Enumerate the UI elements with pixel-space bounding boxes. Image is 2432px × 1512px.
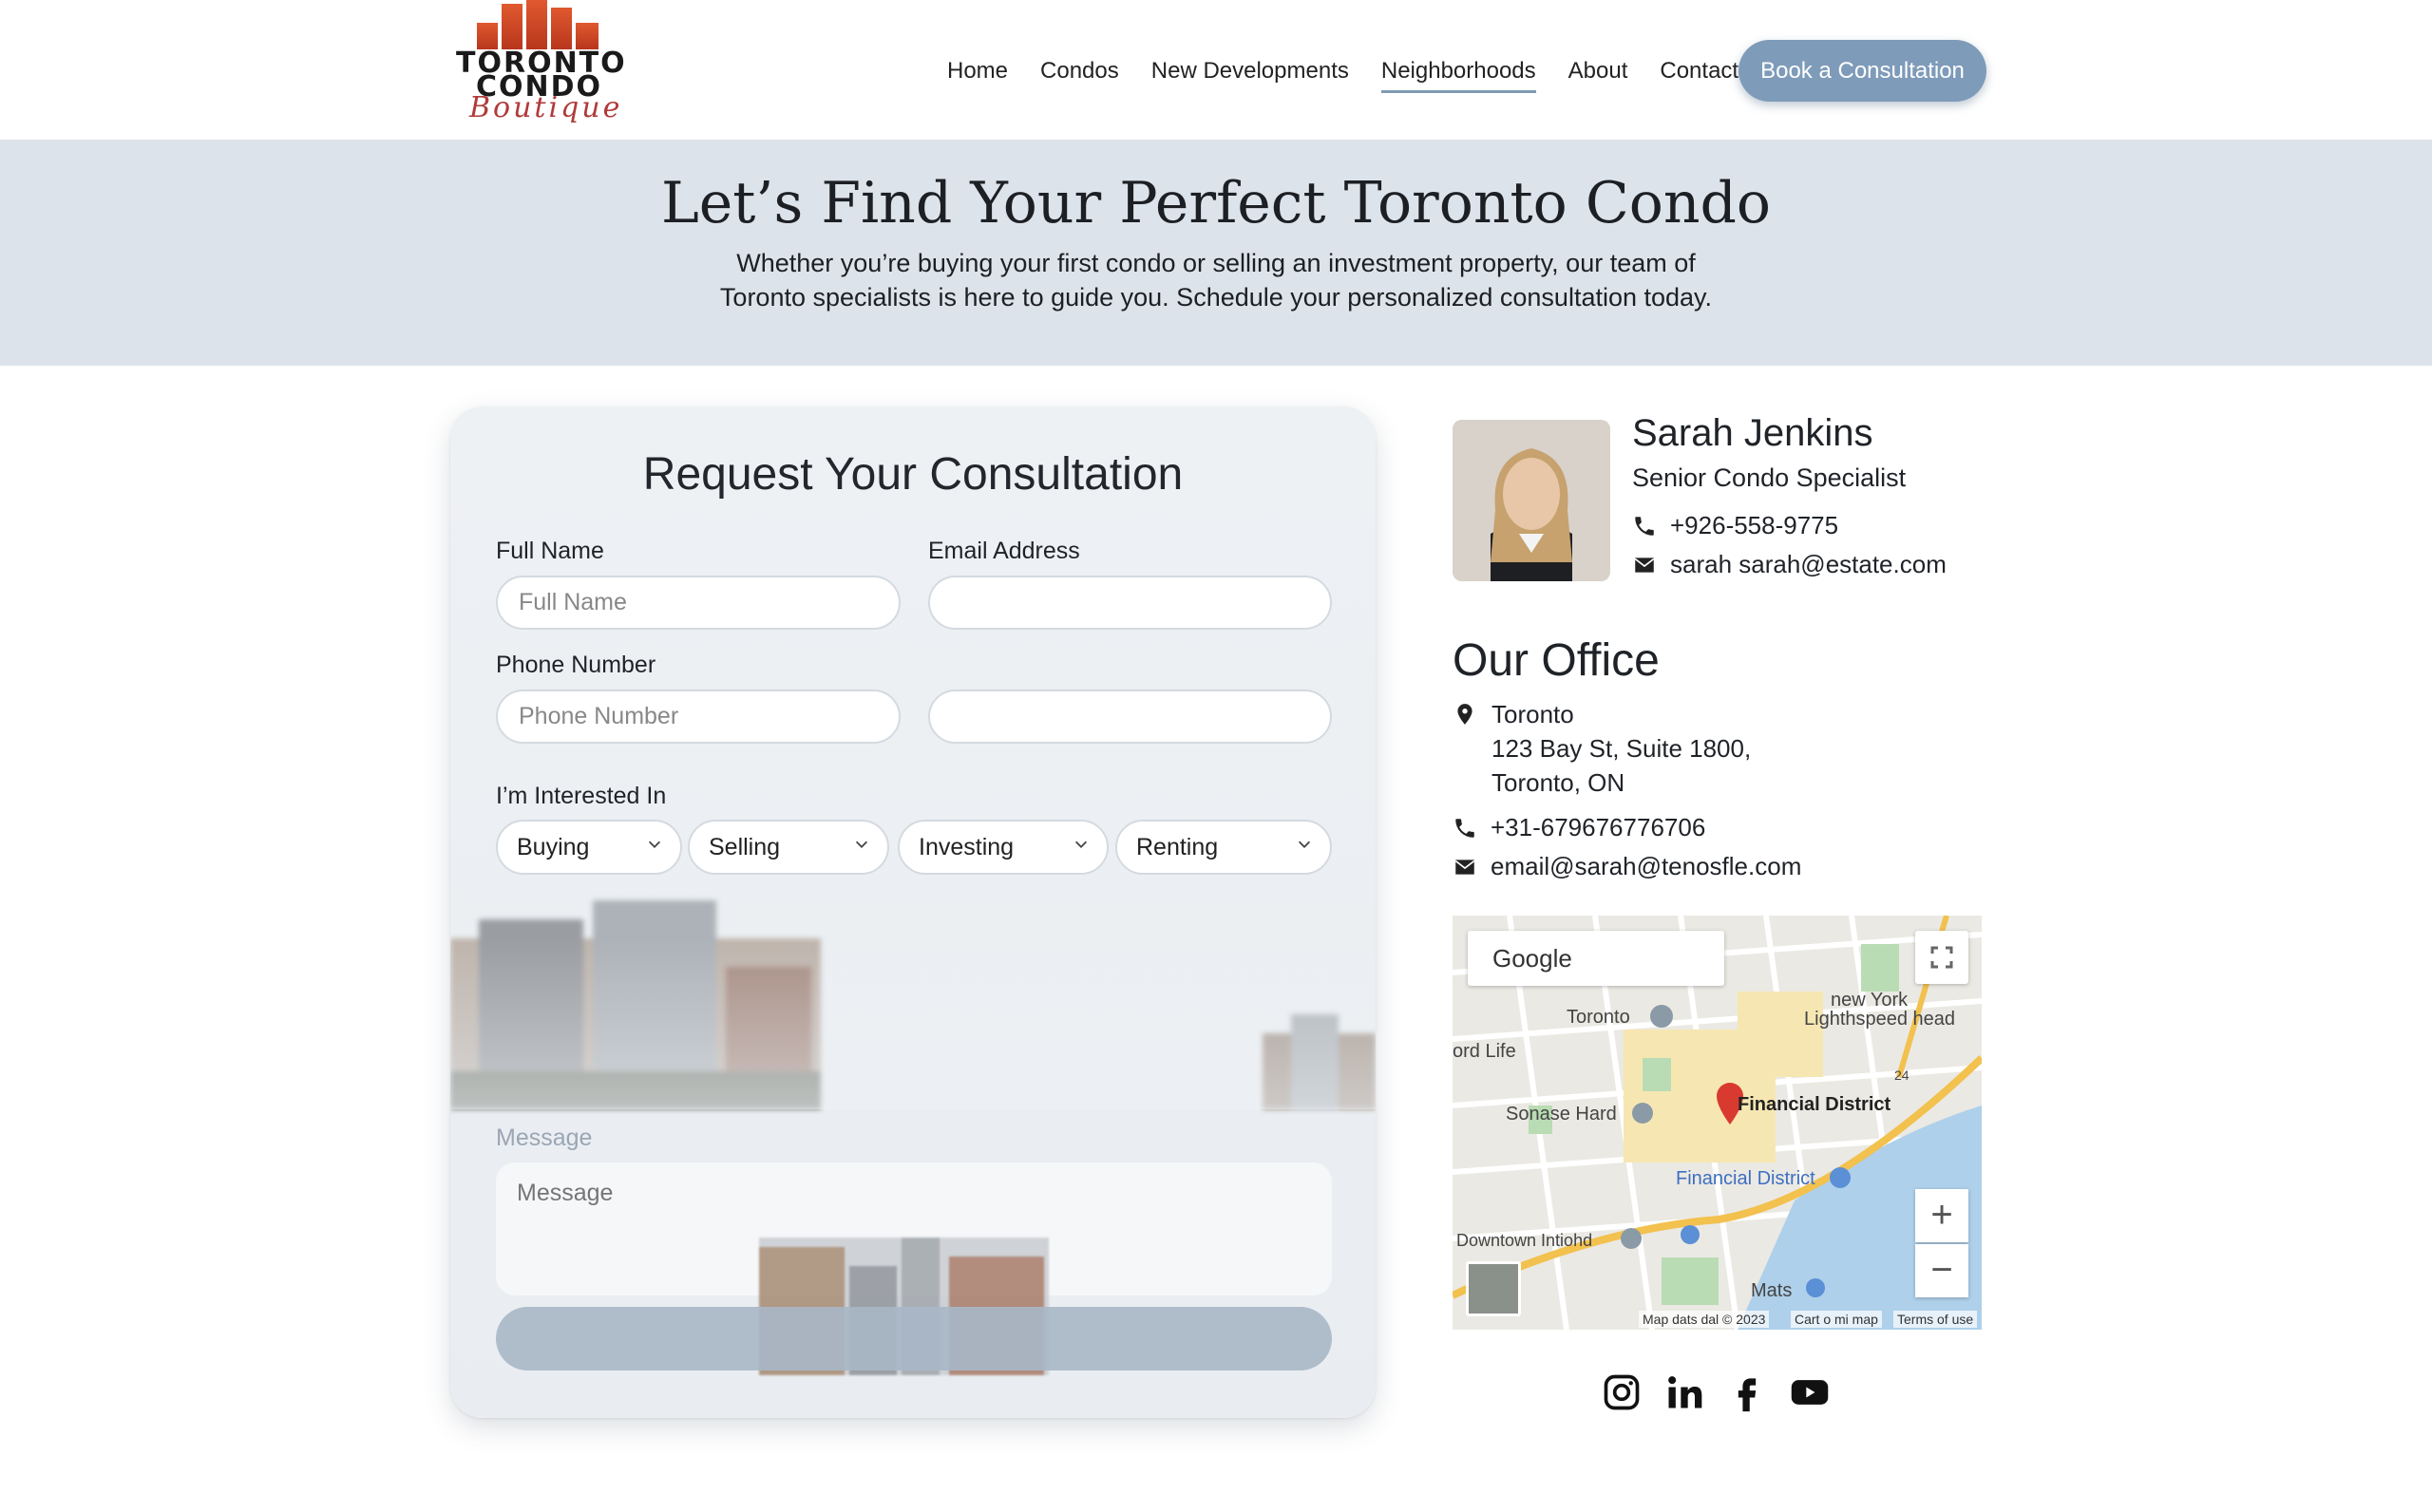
chevron-down-icon [648,841,661,848]
map-google-label: Google [1468,931,1724,986]
phone-icon [1635,516,1654,536]
hero-banner: Let’s Find Your Perfect Toronto Condo Wh… [0,140,2432,366]
brand-logo[interactable]: TORONTO CONDO Boutique [456,0,625,138]
agent-email[interactable]: sarah sarah@estate.com [1632,550,1947,579]
book-consultation-button[interactable]: Book a Consultation [1738,40,1986,102]
chevron-down-icon [1074,841,1088,848]
map-label-mats: Mats [1751,1280,1793,1301]
fullscreen-button[interactable] [1915,931,1968,984]
logo-script: Boutique [469,91,623,124]
nav-home[interactable]: Home [931,49,1024,93]
office-phone-text: +31-679676776706 [1491,813,1706,841]
map-label-sonase: Sonase Hard [1506,1104,1617,1125]
form-title: Request Your Consultation [642,449,1184,500]
instagram-icon[interactable] [1601,1371,1643,1413]
secondary-input[interactable] [928,690,1332,744]
map-label-ordlife: ord Life [1453,1041,1516,1062]
agent-avatar [1453,420,1610,581]
envelope-icon [1454,859,1475,875]
office-email[interactable]: email@sarah@tenosfle.com [1453,852,1801,881]
map-layer-toggle[interactable] [1466,1261,1521,1316]
map-label-financial-district: Financial District [1738,1094,1891,1115]
agent-phone-text: +926-558-9775 [1670,511,1839,539]
zoom-in-button[interactable]: + [1915,1189,1968,1242]
full-name-input[interactable] [496,576,901,630]
message-label: Message [496,1125,593,1151]
phone-icon [1455,818,1474,838]
interest-select-buying[interactable]: Buying [496,820,682,875]
envelope-icon [1634,557,1655,573]
office-map[interactable]: Toronto new York Lighthspeed head ord Li… [1453,916,1982,1330]
agent-email-text: sarah sarah@estate.com [1670,550,1947,578]
interest-select-investing[interactable]: Investing [898,820,1109,875]
consultation-form-card: Request Your Consultation Full Name Emai… [450,406,1376,1418]
select-value: Renting [1136,834,1219,860]
zoom-out-button[interactable]: − [1915,1244,1968,1297]
youtube-icon[interactable] [1789,1371,1831,1413]
location-pin-icon [1457,704,1472,725]
fullscreen-icon [1930,946,1953,969]
nav-neighborhoods[interactable]: Neighborhoods [1365,49,1552,93]
office-address: Toronto 123 Bay St, Suite 1800, Toronto,… [1492,697,1751,800]
phone-label: Phone Number [496,652,656,678]
site-header: TORONTO CONDO Boutique Home Condos New D… [0,0,2432,140]
interest-select-selling[interactable]: Selling [688,820,889,875]
map-label-downtown: Downtown Intiohd [1456,1231,1593,1250]
map-label-toronto: Toronto [1567,1007,1630,1028]
nav-new-developments[interactable]: New Developments [1135,49,1365,93]
linkedin-icon[interactable] [1663,1371,1705,1413]
select-value: Buying [517,834,590,860]
interest-select-renting[interactable]: Renting [1115,820,1332,875]
agent-name: Sarah Jenkins [1632,412,1873,454]
office-city: Toronto [1492,700,1574,728]
image-fade [450,938,1376,1109]
agent-portrait-image [1453,420,1610,581]
agent-role: Senior Condo Specialist [1632,463,1907,492]
phone-input[interactable] [496,690,901,744]
map-label-route: 24 [1894,1068,1910,1083]
nav-condos[interactable]: Condos [1024,49,1135,93]
nav-about[interactable]: About [1552,49,1644,93]
select-value: Investing [919,834,1015,860]
interest-label: I’m Interested In [496,783,667,809]
map-label-financial-district-2: Financial District [1676,1168,1815,1189]
office-street: 123 Bay St, Suite 1800, [1492,734,1752,763]
submit-button[interactable] [496,1307,1332,1370]
office-phone[interactable]: +31-679676776706 [1453,813,1705,842]
map-terms-link[interactable]: Terms of use [1893,1311,1978,1328]
chevron-down-icon [855,841,868,848]
office-region: Toronto, ON [1492,768,1625,797]
full-name-label: Full Name [496,538,604,564]
select-value: Selling [709,834,781,860]
office-email-text: email@sarah@tenosfle.com [1491,852,1802,880]
main-nav: Home Condos New Developments Neighborhoo… [931,49,1755,93]
map-type-link[interactable]: Cart o mi map [1791,1311,1882,1328]
page-title: Let’s Find Your Perfect Toronto Condo [660,170,1772,236]
map-data-attribution: Map dats dal © 2023 [1639,1311,1770,1328]
office-title: Our Office [1453,635,1660,686]
map-label-lightspeed: Lighthspeed head [1804,1009,1956,1030]
logo-buildings-graphic [477,0,600,49]
email-input[interactable] [928,576,1332,630]
facebook-icon[interactable] [1726,1371,1768,1413]
email-label: Email Address [928,538,1080,564]
agent-phone[interactable]: +926-558-9775 [1632,511,1838,540]
chevron-down-icon [1298,841,1311,848]
hero-subtitle: Whether you’re buying your first condo o… [719,249,1713,312]
